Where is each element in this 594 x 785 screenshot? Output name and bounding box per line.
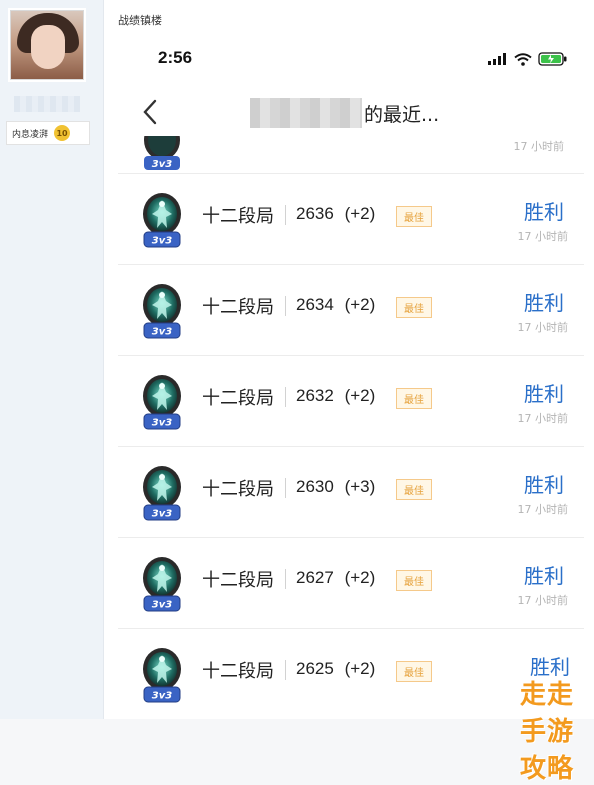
match-result: 胜利 xyxy=(524,473,564,497)
match-row[interactable]: 3v3 十二段局 2634 (+2) 最佳 胜利 17 小时前 xyxy=(118,264,584,355)
rating-delta: (+2) xyxy=(344,659,376,678)
match-result: 胜利 xyxy=(524,564,564,588)
blurred-player-name xyxy=(250,98,362,128)
rating-value: 2632 xyxy=(296,386,334,405)
match-result: 胜利 xyxy=(524,382,564,406)
post-content-panel: 战绩镇楼 2:56 的最近... 3v3 17 小时前 3v3 十二段局 263… xyxy=(104,0,594,784)
battery-icon xyxy=(538,52,567,66)
avatar-face xyxy=(31,25,65,69)
match-time-ago: 17 小时前 xyxy=(517,412,569,425)
match-time-ago: 17 小时前 xyxy=(517,594,569,607)
rating-delta: (+2) xyxy=(344,568,376,587)
rating-delta: (+2) xyxy=(344,386,376,405)
post-title: 战绩镇楼 xyxy=(118,14,162,27)
nav-bar: 的最近... xyxy=(104,90,594,136)
match-row[interactable]: 3v3 十二段局 2625 (+2) 最佳 胜利 xyxy=(118,628,584,719)
phone-status-bar: 2:56 xyxy=(104,44,594,74)
divider xyxy=(285,569,286,589)
user-avatar[interactable]: 版主 xyxy=(10,10,84,80)
divider xyxy=(285,296,286,316)
signal-icon xyxy=(488,53,506,65)
site-watermark: 走走手游攻略 xyxy=(520,680,575,784)
nav-title: 的最近... xyxy=(364,104,440,126)
match-score: 2634 (+2) xyxy=(296,295,375,315)
badge-text: 3v3 xyxy=(152,327,172,338)
back-arrow-icon[interactable] xyxy=(138,96,162,128)
match-mode: 十二段局 xyxy=(202,206,274,227)
partial-match-row: 3v3 17 小时前 xyxy=(104,136,594,172)
divider xyxy=(285,387,286,407)
badge-text: 3v3 xyxy=(152,691,172,702)
best-badge: 最佳 xyxy=(396,297,432,318)
divider xyxy=(285,660,286,680)
level-badge-icon: 10 xyxy=(54,125,71,141)
divider xyxy=(285,478,286,498)
match-mode: 十二段局 xyxy=(202,388,274,409)
best-badge: 最佳 xyxy=(396,479,432,500)
match-row[interactable]: 3v3 十二段局 2632 (+2) 最佳 胜利 17 小时前 xyxy=(118,355,584,446)
match-time-ago: 17 小时前 xyxy=(517,321,569,334)
wifi-icon xyxy=(514,52,532,66)
match-score: 2627 (+2) xyxy=(296,568,375,588)
user-title-row[interactable]: 内息凌湃 10 xyxy=(6,121,90,145)
best-badge: 最佳 xyxy=(396,388,432,409)
rank-emblem-icon: 3v3 xyxy=(143,648,181,703)
best-badge: 最佳 xyxy=(396,661,432,682)
rating-value: 2625 xyxy=(296,659,334,678)
match-score: 2632 (+2) xyxy=(296,386,375,406)
badge-text: 3v3 xyxy=(152,159,172,170)
best-badge: 最佳 xyxy=(396,206,432,227)
rank-emblem-icon: 3v3 xyxy=(143,284,181,339)
rating-value: 2627 xyxy=(296,568,334,587)
rating-value: 2630 xyxy=(296,477,334,496)
rating-value: 2634 xyxy=(296,295,334,314)
badge-text: 3v3 xyxy=(152,418,172,429)
match-mode: 十二段局 xyxy=(202,570,274,591)
user-title-label: 内息凌湃 xyxy=(12,129,49,140)
rank-emblem-icon: 3v3 xyxy=(143,193,181,248)
rank-emblem-icon: 3v3 xyxy=(143,375,181,430)
rating-delta: (+3) xyxy=(344,477,376,496)
badge-text: 3v3 xyxy=(152,509,172,520)
match-score: 2625 (+2) xyxy=(296,659,375,679)
rating-delta: (+2) xyxy=(344,295,376,314)
match-result: 胜利 xyxy=(524,291,564,315)
match-score: 2636 (+2) xyxy=(296,204,375,224)
match-row[interactable]: 3v3 十二段局 2630 (+3) 最佳 胜利 17 小时前 xyxy=(118,446,584,537)
rank-emblem-icon: 3v3 xyxy=(143,466,181,521)
match-row[interactable]: 3v3 十二段局 2627 (+2) 最佳 胜利 17 小时前 xyxy=(118,537,584,628)
rating-value: 2636 xyxy=(296,204,334,223)
match-score: 2630 (+3) xyxy=(296,477,375,497)
badge-text: 3v3 xyxy=(152,600,172,611)
blurred-username xyxy=(14,96,80,112)
status-icons xyxy=(488,52,568,66)
divider xyxy=(285,205,286,225)
rating-delta: (+2) xyxy=(344,204,376,223)
rank-emblem-icon: 3v3 xyxy=(143,557,181,612)
best-badge: 最佳 xyxy=(396,570,432,591)
match-time-ago: 17 小时前 xyxy=(517,503,569,516)
match-mode: 十二段局 xyxy=(202,661,274,682)
match-mode: 十二段局 xyxy=(202,297,274,318)
match-time-ago: 17 小时前 xyxy=(517,230,569,243)
match-row[interactable]: 3v3 十二段局 2636 (+2) 最佳 胜利 17 小时前 xyxy=(118,173,584,264)
match-time-ago: 17 小时前 xyxy=(513,140,565,153)
status-time: 2:56 xyxy=(158,48,193,67)
rank-emblem-icon: 3v3 xyxy=(144,136,180,170)
forum-user-sidebar: 版主 内息凌湃 10 xyxy=(0,0,104,719)
match-result: 胜利 xyxy=(524,200,564,224)
badge-text: 3v3 xyxy=(152,236,172,247)
match-mode: 十二段局 xyxy=(202,479,274,500)
